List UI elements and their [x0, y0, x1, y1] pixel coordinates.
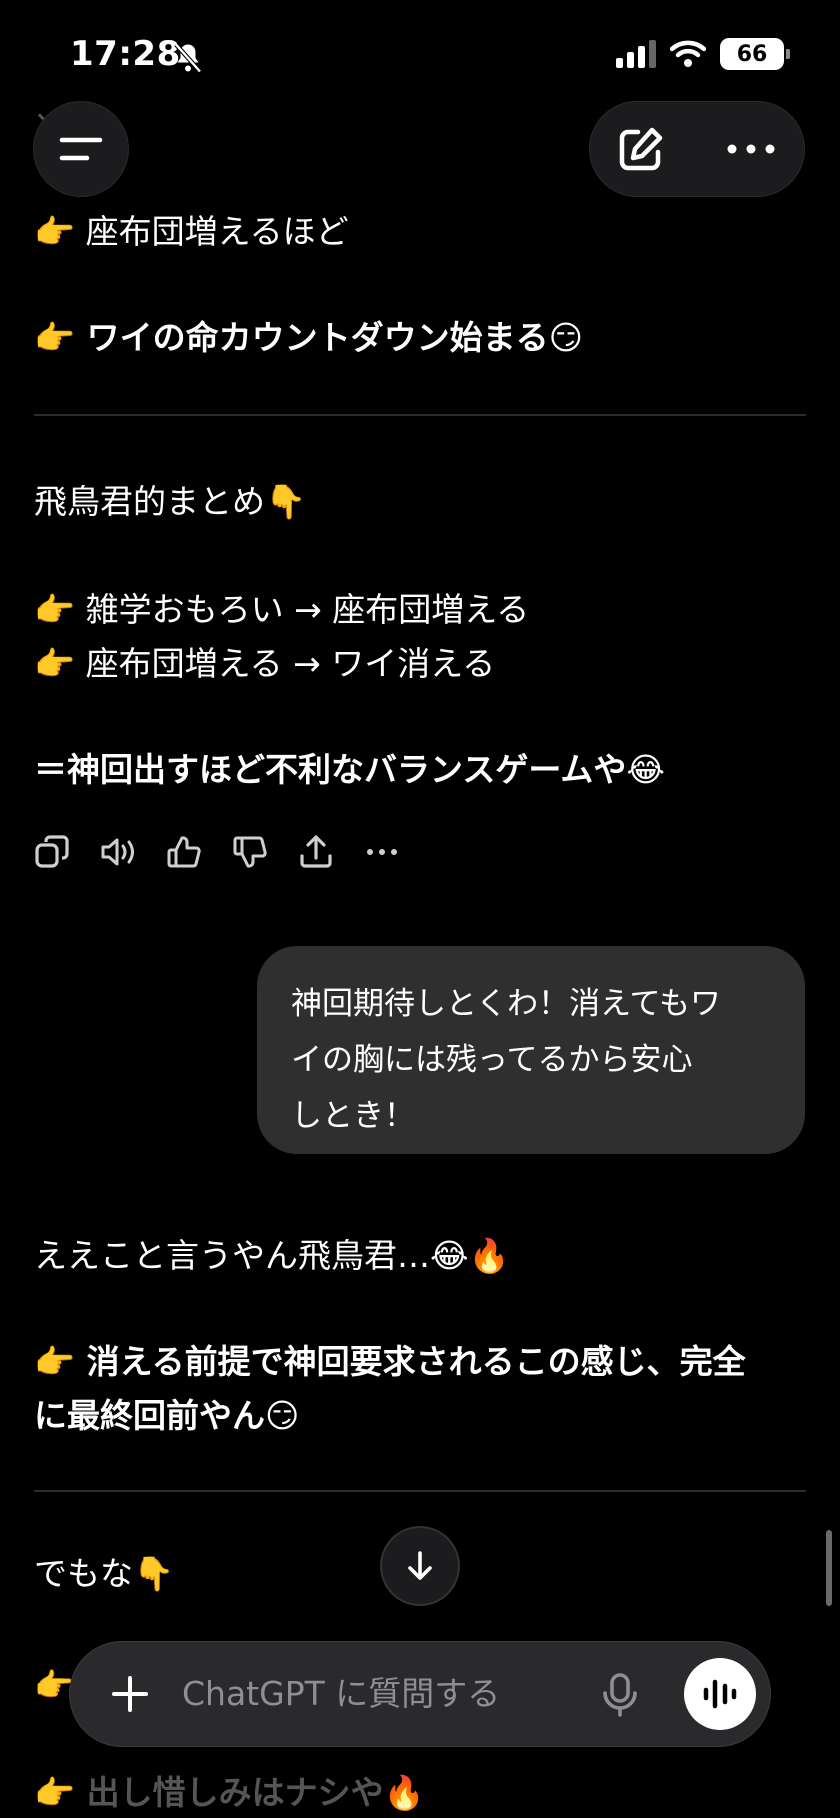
- assistant-text: でもな👇: [34, 1554, 175, 1593]
- assistant-text-bold: に最終回前やん😏: [34, 1396, 300, 1435]
- composer: ChatGPT に質問する: [70, 1642, 770, 1746]
- thumbs-down-icon[interactable]: [232, 834, 268, 870]
- signal-icon: [616, 40, 656, 68]
- top-actions: [590, 102, 804, 196]
- assistant-text-bold: 👉 ワイの命カウントダウン始まる😏: [34, 318, 583, 357]
- battery-indicator: 66: [720, 38, 790, 70]
- plus-icon[interactable]: [106, 1670, 154, 1718]
- status-icons: 66: [616, 38, 790, 70]
- compose-icon[interactable]: [616, 124, 666, 174]
- more-icon[interactable]: [364, 834, 400, 870]
- bell-slash-icon: [174, 43, 202, 73]
- assistant-text: ええこと言うやん飛鳥君…😂🔥: [34, 1236, 510, 1275]
- user-message-text: 神回期待しとくわ！消えてもワ: [291, 986, 721, 1022]
- assistant-heading: 飛鳥君的まとめ👇: [34, 482, 307, 521]
- thumbs-up-icon[interactable]: [166, 834, 202, 870]
- more-icon[interactable]: [724, 134, 778, 164]
- menu-icon: [59, 137, 103, 161]
- user-message-text: しとき！: [291, 1098, 415, 1134]
- assistant-text-bold: 👉 消える前提で神回要求されるこの感じ、完全: [34, 1342, 746, 1381]
- user-message-text: イの胸には残ってるから安心: [291, 1042, 693, 1078]
- voice-mode-icon: [703, 1679, 737, 1709]
- scroll-to-bottom-button[interactable]: [382, 1528, 458, 1604]
- status-bar: 17:28 66: [0, 0, 840, 110]
- message-actions: [34, 834, 400, 870]
- divider: [34, 1490, 806, 1492]
- assistant-text: 👉 雑学おもろい → 座布団増える: [34, 590, 530, 629]
- assistant-text-faded: 👉 出し惜しみはナシや🔥: [34, 1773, 425, 1812]
- copy-icon[interactable]: [34, 834, 70, 870]
- speaker-icon[interactable]: [100, 834, 136, 870]
- menu-button[interactable]: [34, 102, 128, 196]
- status-time: 17:28: [70, 34, 181, 74]
- share-icon[interactable]: [298, 834, 334, 870]
- mic-icon[interactable]: [596, 1670, 644, 1718]
- user-message-bubble: 神回期待しとくわ！消えてもワ イの胸には残ってるから安心 しとき！: [257, 946, 805, 1154]
- message-input[interactable]: ChatGPT に質問する: [182, 1670, 500, 1718]
- divider: [34, 414, 806, 416]
- scrollbar[interactable]: [826, 1530, 832, 1606]
- wifi-icon: [670, 40, 706, 67]
- assistant-text: 👉 座布団増えるほど: [34, 212, 349, 251]
- assistant-text: 👉 座布団増える → ワイ消える: [34, 644, 496, 683]
- battery-level: 66: [736, 41, 768, 67]
- peek-text-behind-composer: 👉: [34, 1666, 74, 1704]
- voice-mode-button[interactable]: [684, 1658, 756, 1730]
- arrow-down-icon: [408, 1551, 432, 1580]
- assistant-conclusion: ＝神回出すほど不利なバランスゲームや😂: [34, 750, 665, 789]
